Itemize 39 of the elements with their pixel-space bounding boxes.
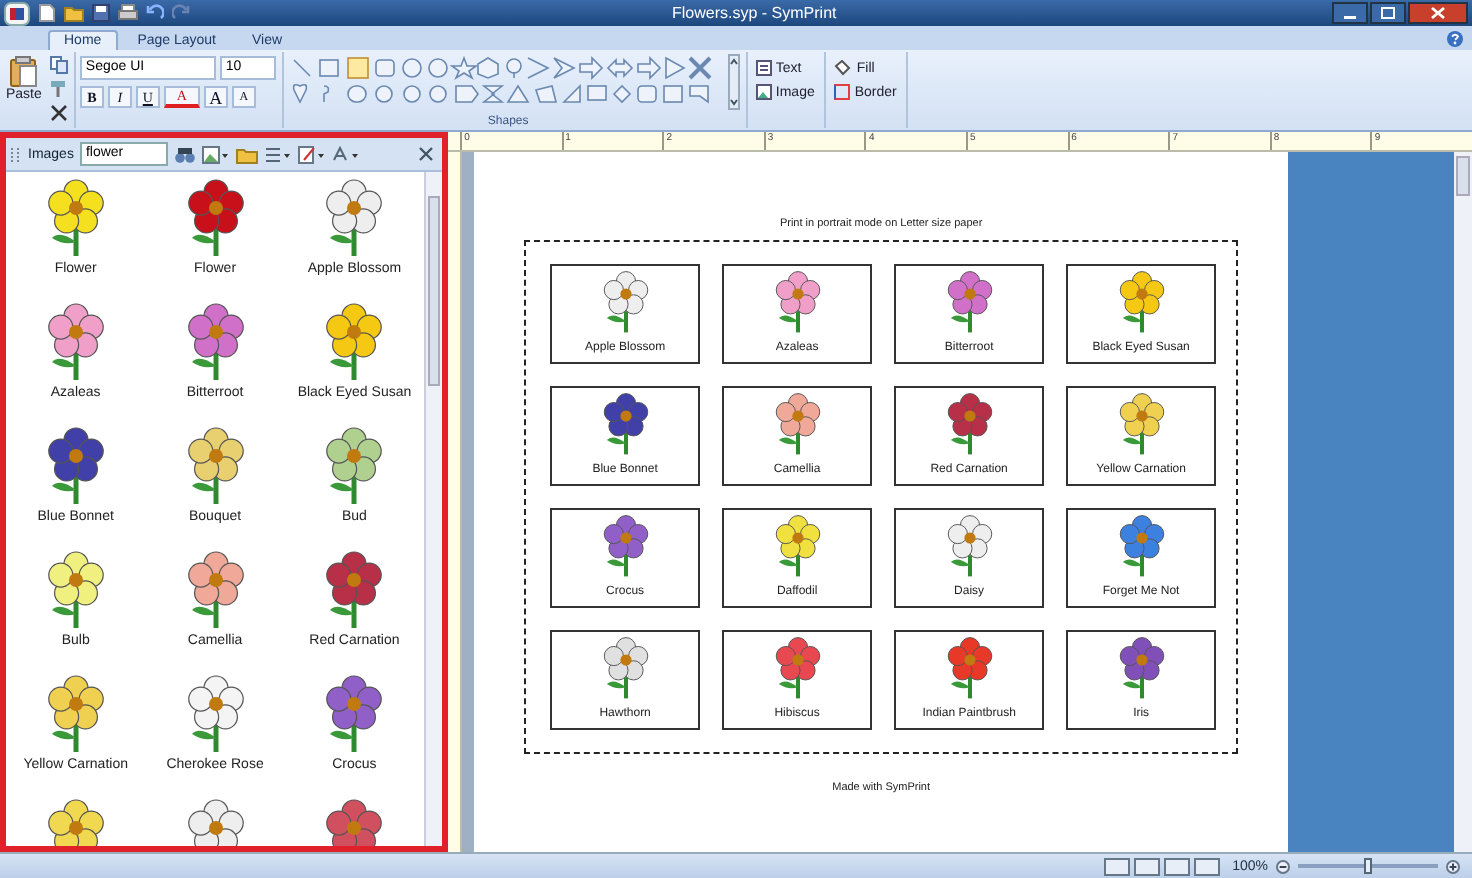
window-title: Flowers.syp - SymPrint [672, 4, 839, 22]
scroll-thumb[interactable] [1456, 156, 1470, 196]
slider-thumb[interactable] [1364, 858, 1372, 874]
close-icon[interactable] [418, 146, 435, 162]
copy-icon[interactable] [49, 56, 68, 74]
restore-button[interactable] [1370, 2, 1406, 24]
format-painter-icon[interactable] [49, 80, 68, 98]
paint-bucket-icon [834, 60, 853, 76]
edit-dropdown-icon[interactable] [297, 145, 326, 163]
grow-font-button[interactable]: A [203, 86, 228, 108]
folder-icon[interactable] [235, 145, 258, 163]
zoom-in-icon[interactable] [1446, 859, 1460, 873]
scroll-thumb[interactable] [428, 196, 441, 386]
image-dropdown-icon[interactable] [201, 145, 230, 163]
view-buttons-drawing[interactable] [1104, 857, 1225, 875]
binoculars-icon[interactable] [173, 145, 196, 163]
close-icon [1430, 6, 1446, 20]
restore-icon [1380, 6, 1396, 20]
minimize-button[interactable] [1332, 2, 1368, 24]
grip-icon [10, 145, 22, 163]
clipboard-icon [9, 56, 38, 88]
undo-icon[interactable] [146, 4, 164, 22]
cut-icon[interactable] [49, 104, 68, 122]
new-file-icon[interactable] [38, 4, 56, 22]
sort-dropdown-icon[interactable] [331, 145, 360, 163]
help-icon[interactable] [1446, 29, 1464, 47]
zoom-out-icon[interactable] [1276, 859, 1290, 873]
close-button[interactable] [1408, 2, 1468, 24]
app-logo-icon[interactable] [4, 1, 30, 25]
scrollbar[interactable] [424, 172, 443, 846]
folder-icon[interactable] [64, 4, 84, 22]
border-icon [834, 84, 851, 100]
text-box-icon [755, 60, 772, 76]
scrollbar[interactable] [1454, 152, 1472, 852]
gallery-scroll-icon[interactable] [727, 54, 740, 110]
save-icon[interactable] [92, 4, 110, 22]
list-view-icon[interactable] [263, 145, 292, 163]
printer-icon[interactable] [118, 4, 138, 22]
picture-icon [755, 84, 772, 100]
